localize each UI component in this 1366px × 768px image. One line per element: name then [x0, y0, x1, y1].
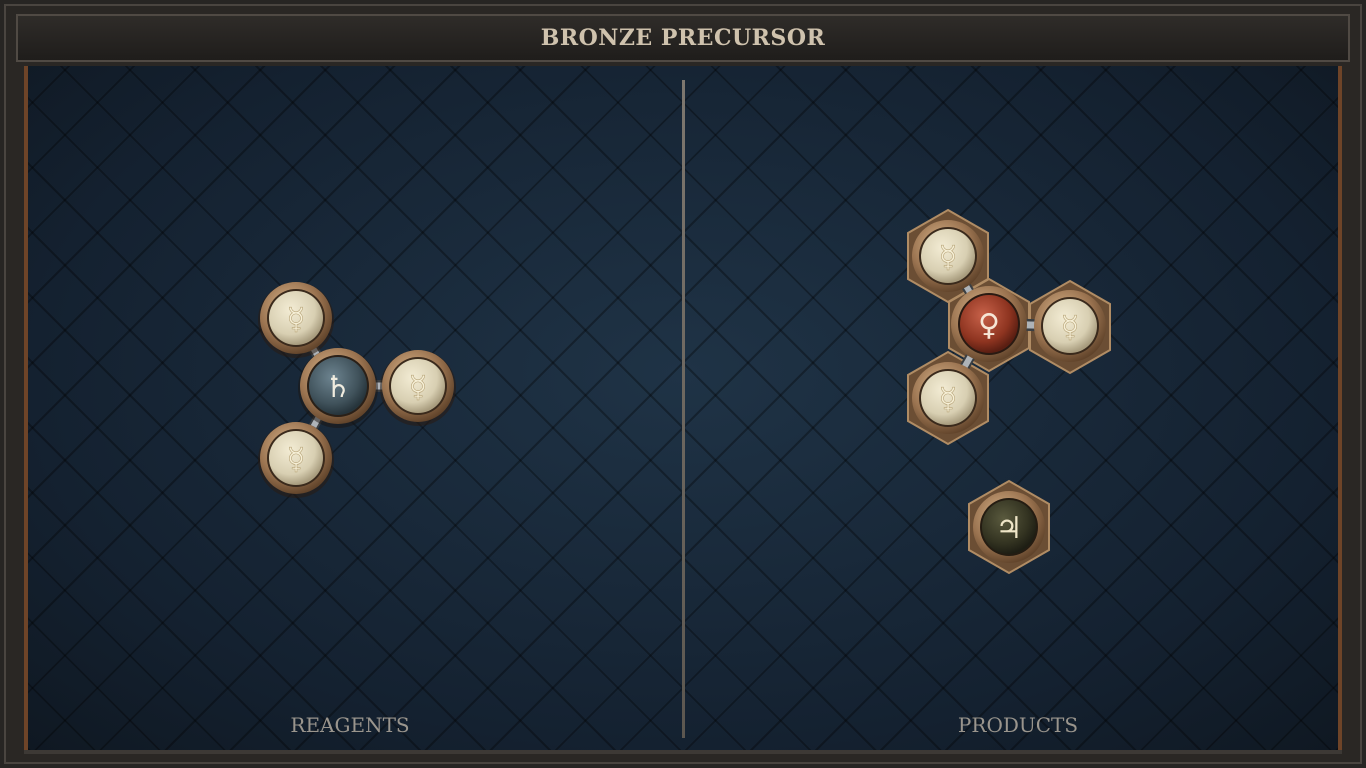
product-molecule: ☿ ☿ ☿ ♀	[907, 208, 1111, 446]
quicksilver-symbol: ☿	[287, 302, 305, 337]
quicksilver-symbol: ☿	[287, 442, 305, 477]
quicksilver-atom: ☿	[258, 282, 334, 358]
lead-symbol: ♄	[325, 370, 352, 405]
molecules-layer: ☿ ☿ ☿ ♄ ☿ ☿ ☿ ♀ ♃	[258, 208, 1111, 575]
products-label: PRODUCTS	[957, 713, 1079, 737]
reagents-label: REAGENTS	[290, 713, 410, 737]
quicksilver-atom: ☿	[912, 362, 984, 434]
quicksilver-atom: ☿	[380, 350, 456, 426]
quicksilver-symbol: ☿	[1061, 310, 1079, 345]
quicksilver-atom: ☿	[258, 422, 334, 498]
quicksilver-symbol: ☿	[939, 382, 957, 417]
quicksilver-symbol: ☿	[939, 240, 957, 275]
reagent-molecule: ☿ ☿ ☿ ♄	[258, 282, 456, 498]
quicksilver-atom: ☿	[1034, 290, 1106, 362]
lead-atom: ♄	[298, 348, 378, 428]
copper-atom: ♀	[951, 286, 1027, 362]
quicksilver-atom: ☿	[912, 220, 984, 292]
copper-symbol: ♀	[978, 308, 1000, 343]
product-molecule: ♃	[968, 479, 1050, 575]
tin-atom: ♃	[973, 491, 1045, 563]
tin-symbol: ♃	[996, 511, 1023, 546]
quicksilver-symbol: ☿	[409, 370, 427, 405]
game-window: BRONZE PRECURSOR ☿ ☿ ☿ ♄ ☿ ☿ ☿ ♀ ♃ REAGE…	[0, 0, 1366, 768]
